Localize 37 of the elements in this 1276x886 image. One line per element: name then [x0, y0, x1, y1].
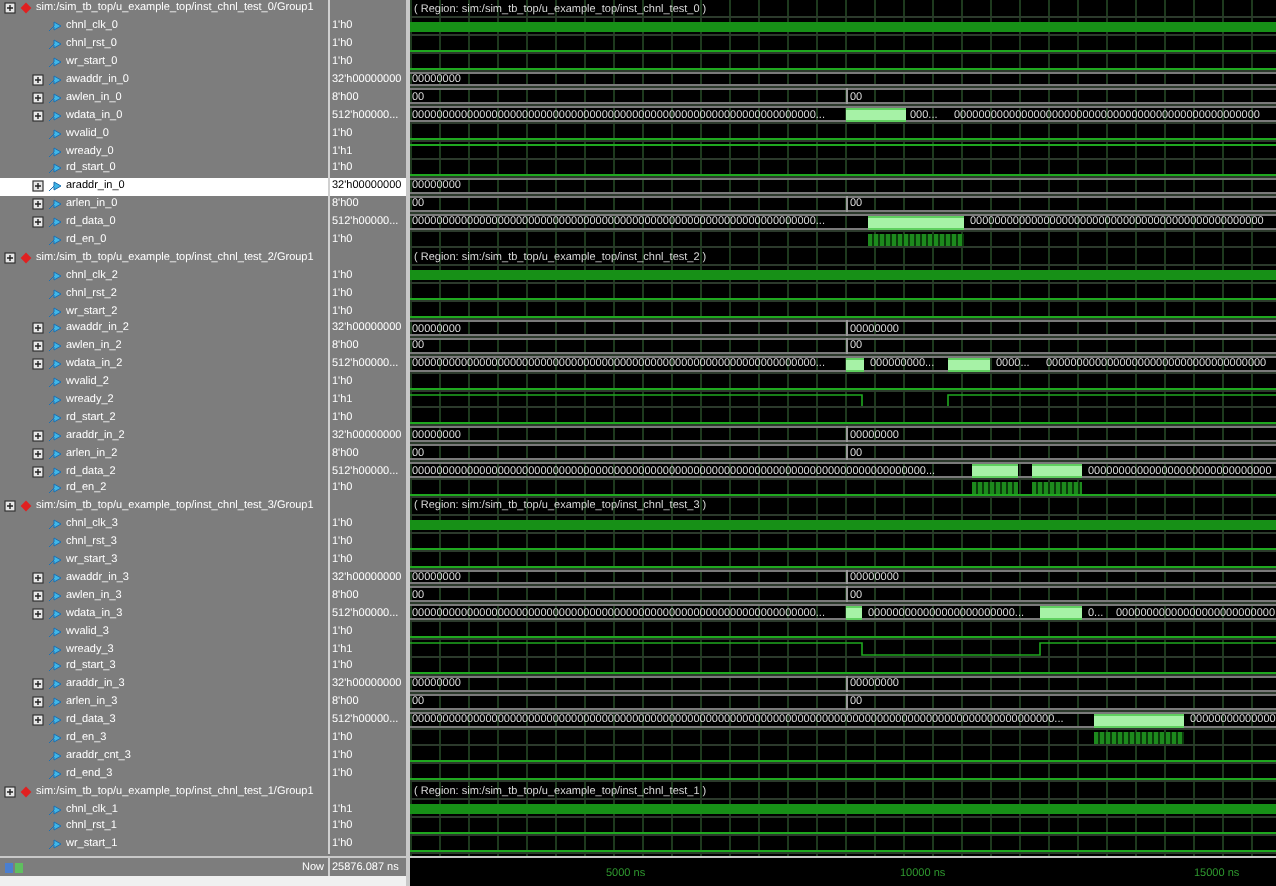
expand-icon[interactable] [32, 607, 44, 620]
expand-icon[interactable] [32, 322, 44, 335]
expand-icon[interactable] [32, 447, 44, 460]
strobe-pulses [972, 482, 1018, 495]
transition-mark [846, 88, 848, 105]
expand-icon[interactable] [32, 180, 44, 193]
expand-icon[interactable] [32, 340, 44, 353]
transition-mark [846, 195, 848, 212]
strobe-pulses [868, 233, 964, 246]
data-burst [1032, 464, 1082, 479]
data-burst [972, 464, 1018, 479]
data-burst [846, 108, 906, 123]
expand-icon[interactable] [32, 109, 44, 122]
strobe-pulses [1094, 731, 1184, 744]
expand-icon[interactable] [32, 198, 44, 211]
group-icon [20, 251, 32, 264]
expand-icon[interactable] [32, 714, 44, 727]
expand-icon[interactable] [4, 785, 16, 798]
expand-icon[interactable] [32, 429, 44, 442]
data-burst [1040, 606, 1082, 621]
expand-icon[interactable] [32, 465, 44, 478]
expand-icon[interactable] [32, 696, 44, 709]
expand-icon[interactable] [32, 358, 44, 371]
expand-icon[interactable] [4, 251, 16, 264]
group-icon [20, 785, 32, 798]
expand-icon[interactable] [4, 500, 16, 513]
expand-icon[interactable] [32, 91, 44, 104]
expand-icon[interactable] [32, 216, 44, 229]
expand-icon[interactable] [4, 2, 16, 15]
strobe-pulses [1032, 482, 1082, 495]
group-icon [20, 500, 32, 513]
expand-icon[interactable] [32, 74, 44, 86]
expand-icon[interactable] [32, 571, 44, 584]
group-icon [20, 2, 32, 15]
expand-icon[interactable] [32, 678, 44, 691]
data-burst [846, 606, 862, 621]
expand-icon[interactable] [32, 589, 44, 602]
